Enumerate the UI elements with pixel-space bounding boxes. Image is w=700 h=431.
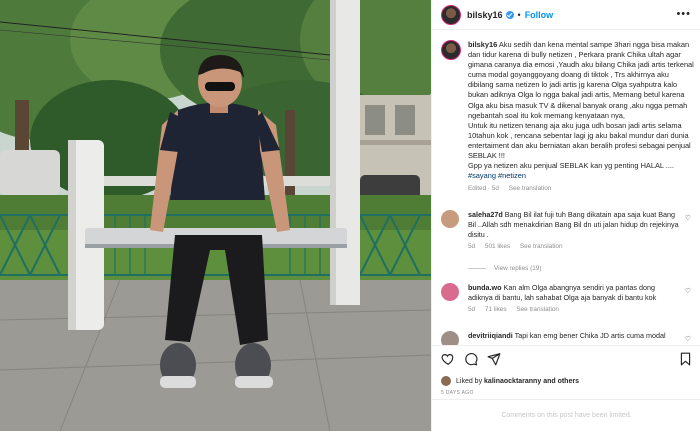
post-caption: bilsky16 Aku sedih dan kena mental sampe…: [441, 40, 697, 192]
comment-meta: 5d 501 likes See translation: [468, 243, 680, 250]
caption-hashtags[interactable]: #sayang #netizen: [468, 171, 526, 180]
post-photo: [0, 0, 431, 431]
post-actions: Liked by kalinaocktaranny and others 5 D…: [432, 345, 700, 399]
bookmark-icon[interactable]: [679, 352, 692, 366]
post-image[interactable]: [0, 0, 431, 431]
liked-by-prefix: Liked by: [456, 377, 483, 385]
liked-by-others[interactable]: and others: [543, 378, 579, 385]
caption-body-2: Untuk itu netizen tenang aja aku jugа ud…: [468, 120, 691, 161]
header-username[interactable]: bilsky16: [467, 10, 503, 20]
separator-dot: •: [517, 9, 521, 20]
comment-text: bunda.wo Kan alm Olga abangnya sendiri y…: [468, 283, 680, 303]
comment-icon[interactable]: [464, 352, 478, 366]
post-sidebar: bilsky16 • Follow ••• bilsky16 Aku sedih…: [431, 0, 700, 431]
caption-username[interactable]: bilsky16: [468, 40, 497, 49]
view-replies-button[interactable]: View replies (19): [468, 265, 541, 272]
follow-button[interactable]: Follow: [525, 10, 554, 20]
post-header: bilsky16 • Follow •••: [432, 0, 700, 30]
more-icon[interactable]: •••: [676, 9, 691, 20]
comment-avatar[interactable]: [441, 210, 459, 228]
comment-username[interactable]: devitriiqiandi: [468, 331, 513, 340]
comment-username[interactable]: saleha27d: [468, 210, 503, 219]
comment-heart-icon[interactable]: ♡: [685, 335, 691, 343]
verified-icon: [505, 10, 514, 19]
comment-text: devitriiqiandi Tapi kan emg bener Chika …: [468, 331, 680, 341]
comment-body: Tapi kan emg bener Chika JD artis cuma m…: [514, 331, 666, 340]
comment-time: 5d: [468, 306, 476, 314]
comment-item: saleha27d Bang Bil ilat fuji tuh Bang di…: [441, 210, 697, 250]
comments-section[interactable]: bilsky16 Aku sedih dan kena mental sampe…: [432, 31, 700, 345]
comment-see-translation[interactable]: See translation: [520, 243, 563, 250]
comment-avatar[interactable]: [441, 331, 459, 345]
comment-item: bunda.wo Kan alm Olga abangnya sendiri y…: [441, 283, 697, 313]
caption-text: bilsky16 Aku sedih dan kena mental sampe…: [468, 40, 694, 181]
comment-username[interactable]: bunda.wo: [468, 283, 502, 292]
comment-avatar[interactable]: [441, 283, 459, 301]
comment-meta: 5d 71 likes See translation: [468, 306, 680, 313]
share-icon[interactable]: [487, 352, 501, 366]
caption-see-translation[interactable]: See translation: [509, 185, 552, 192]
liked-by-avatar[interactable]: [441, 376, 451, 386]
liked-by: Liked by kalinaocktaranny and others: [441, 376, 579, 386]
post-date[interactable]: 5 DAYS AGO: [441, 390, 474, 396]
comment-item: devitriiqiandi Tapi kan emg bener Chika …: [441, 331, 697, 345]
caption-body-3: Gpp ya netizen aku penjual SEBLAK kan yg…: [468, 161, 674, 171]
comment-text: saleha27d Bang Bil ilat fuji tuh Bang di…: [468, 210, 680, 240]
comment-heart-icon[interactable]: ♡: [685, 214, 691, 222]
comment-likes[interactable]: 501 likes: [485, 243, 510, 250]
liked-by-user[interactable]: kalinaocktaranny: [484, 378, 541, 385]
comment-time: 5d: [468, 243, 476, 251]
caption-edited: Edited · 5d: [468, 185, 499, 193]
heart-icon[interactable]: [441, 352, 455, 366]
comment-likes[interactable]: 71 likes: [485, 306, 507, 313]
avatar[interactable]: [441, 4, 461, 25]
caption-meta: Edited · 5d See translation: [468, 185, 697, 192]
caption-body: Aku sedih dan kena mental sampe 3hari ng…: [468, 40, 694, 120]
comments-limited-notice: Comments on this post have been limited.: [432, 399, 700, 431]
comment-heart-icon[interactable]: ♡: [685, 287, 691, 295]
caption-avatar[interactable]: [441, 40, 461, 60]
comment-see-translation[interactable]: See translation: [516, 306, 559, 313]
